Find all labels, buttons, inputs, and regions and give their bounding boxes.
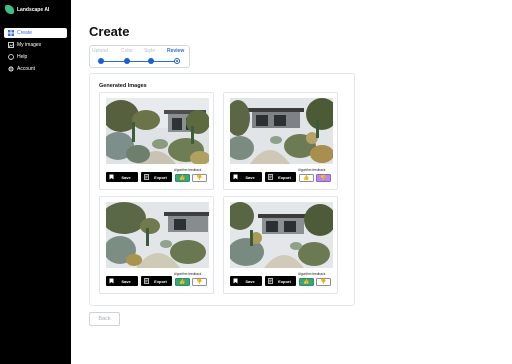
thumbs-down-button[interactable]: 👎 xyxy=(316,174,331,182)
thumbs-down-button[interactable]: 👎 xyxy=(192,174,207,182)
generated-image[interactable] xyxy=(230,98,333,164)
grid-icon xyxy=(8,30,14,36)
sidebar-item-label: Help xyxy=(17,54,28,60)
leaf-logo-icon xyxy=(5,5,14,14)
thumbs-down-icon: 👎 xyxy=(320,175,327,181)
sidebar-nav: Create My images Help Account xyxy=(4,28,67,76)
export-label: Export xyxy=(154,174,167,180)
save-button[interactable]: Save xyxy=(106,276,138,286)
export-button[interactable]: Export xyxy=(141,276,172,286)
page-title: Create xyxy=(89,24,130,39)
image-card: Save Export Algorithm feedback 👍 👎 xyxy=(99,92,214,190)
generated-image[interactable] xyxy=(106,202,209,268)
panel-title: Generated Images xyxy=(99,83,147,89)
sidebar-item-help[interactable]: Help xyxy=(4,52,67,62)
thumbs-down-button[interactable]: 👎 xyxy=(192,278,207,286)
sidebar-item-label: Create xyxy=(17,30,33,36)
sidebar-item-account[interactable]: Account xyxy=(4,64,67,74)
thumbs-up-icon: 👍 xyxy=(179,175,186,181)
save-button[interactable]: Save xyxy=(106,172,138,182)
export-button[interactable]: Export xyxy=(141,172,172,182)
step-label-style[interactable]: Style xyxy=(144,48,155,54)
sidebar-item-label: My images xyxy=(17,42,42,48)
thumbs-up-button[interactable]: 👍 xyxy=(299,278,314,286)
algorithm-feedback-label: Algorithm feedback xyxy=(174,272,202,276)
generated-image[interactable] xyxy=(106,98,209,164)
image-card: Save Export Algorithm feedback 👍 👎 xyxy=(223,92,338,190)
help-icon xyxy=(8,54,14,60)
save-button[interactable]: Save xyxy=(230,172,262,182)
export-button[interactable]: Export xyxy=(265,276,296,286)
progress-stepper: Upload Color Style Review xyxy=(89,45,190,68)
generated-image[interactable] xyxy=(230,202,333,268)
export-button[interactable]: Export xyxy=(265,172,296,182)
export-label: Export xyxy=(278,278,291,284)
step-dot-review[interactable] xyxy=(174,58,180,64)
thumbs-down-icon: 👎 xyxy=(196,175,203,181)
save-button[interactable]: Save xyxy=(230,276,262,286)
step-dot-upload[interactable] xyxy=(98,58,104,64)
export-label: Export xyxy=(278,174,291,180)
step-dot-style[interactable] xyxy=(148,58,154,64)
thumbs-up-icon: 👍 xyxy=(179,279,186,285)
thumbs-up-button[interactable]: 👍 xyxy=(299,174,314,182)
thumbs-up-icon: 👍 xyxy=(303,175,310,181)
sidebar: Landscape AI Create My images Help Accou… xyxy=(0,0,71,364)
thumbs-up-button[interactable]: 👍 xyxy=(175,278,190,286)
gear-icon xyxy=(8,66,14,72)
back-button[interactable]: Back xyxy=(89,312,120,326)
thumbs-up-icon: 👍 xyxy=(303,279,310,285)
stepper-track xyxy=(101,61,177,62)
step-label-color[interactable]: Color xyxy=(121,48,133,54)
step-label-review[interactable]: Review xyxy=(167,48,184,54)
thumbs-up-button[interactable]: 👍 xyxy=(175,174,190,182)
thumbs-down-icon: 👎 xyxy=(196,279,203,285)
save-label: Save xyxy=(245,278,255,284)
algorithm-feedback-label: Algorithm feedback xyxy=(298,272,326,276)
image-card: Save Export Algorithm feedback 👍 👎 xyxy=(99,196,214,294)
thumbs-down-button[interactable]: 👎 xyxy=(316,278,331,286)
algorithm-feedback-label: Algorithm feedback xyxy=(298,168,326,172)
sidebar-item-my-images[interactable]: My images xyxy=(4,40,67,50)
thumbs-down-icon: 👎 xyxy=(320,279,327,285)
sidebar-item-create[interactable]: Create xyxy=(4,28,67,38)
save-label: Save xyxy=(121,278,131,284)
brand: Landscape AI xyxy=(5,5,49,14)
step-dot-color[interactable] xyxy=(124,58,130,64)
step-label-upload[interactable]: Upload xyxy=(92,48,108,54)
save-label: Save xyxy=(121,174,131,180)
brand-name: Landscape AI xyxy=(17,6,50,13)
image-icon xyxy=(8,42,14,48)
sidebar-item-label: Account xyxy=(17,66,36,72)
image-card: Save Export Algorithm feedback 👍 👎 xyxy=(223,196,338,294)
export-label: Export xyxy=(154,278,167,284)
generated-images-panel: Generated Images Save Export Algorithm f… xyxy=(89,73,355,306)
save-label: Save xyxy=(245,174,255,180)
algorithm-feedback-label: Algorithm feedback xyxy=(174,168,202,172)
